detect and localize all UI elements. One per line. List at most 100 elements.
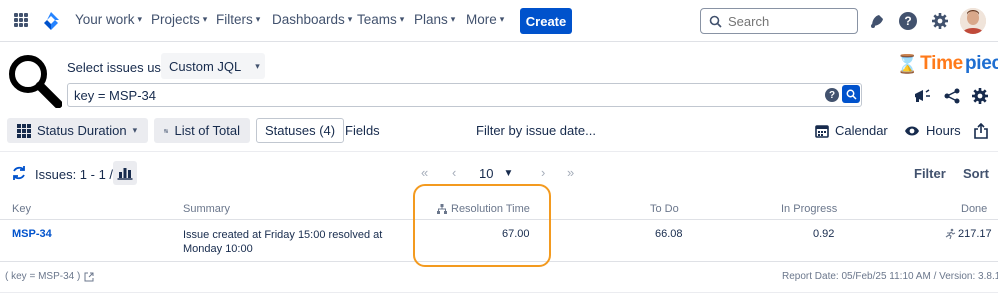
first-page-icon[interactable]: « bbox=[421, 165, 428, 180]
nav-filters[interactable]: Filters ▾ bbox=[216, 12, 260, 27]
chevron-down-icon: ▾ bbox=[399, 14, 405, 24]
row-divider bbox=[0, 261, 998, 262]
query-echo: ( key = MSP-34 ) bbox=[5, 271, 94, 282]
toolbar-divider bbox=[0, 151, 998, 152]
query-mode-value: Custom JQL bbox=[169, 58, 242, 74]
jql-help-icon[interactable]: ? bbox=[825, 88, 839, 102]
external-link-icon[interactable] bbox=[84, 272, 94, 282]
app-settings-gear-icon[interactable] bbox=[970, 86, 990, 106]
nav-your-work[interactable]: Your work ▾ bbox=[75, 12, 142, 27]
hourglass-icon: ⌛ bbox=[896, 53, 919, 74]
next-page-icon[interactable]: › bbox=[541, 165, 545, 180]
nav-more-label: More bbox=[466, 12, 497, 27]
done-cell: 217.17 bbox=[944, 228, 992, 240]
jira-logo-icon[interactable] bbox=[40, 10, 62, 32]
resolution-time-label: Resolution Time bbox=[451, 203, 530, 215]
chevron-down-icon: ▾ bbox=[499, 14, 505, 24]
hours-toggle[interactable]: Hours bbox=[904, 118, 961, 143]
issue-key-link[interactable]: MSP-34 bbox=[12, 228, 52, 240]
header-divider bbox=[0, 219, 998, 220]
app-switcher-icon[interactable] bbox=[14, 13, 28, 27]
chevron-down-icon: ▾ bbox=[450, 14, 456, 24]
resolution-time-value: 67.00 bbox=[502, 228, 530, 240]
running-icon bbox=[945, 228, 956, 240]
nav-teams-label: Teams bbox=[357, 12, 397, 27]
query-mode-select[interactable]: Custom JQL ▾ bbox=[161, 53, 265, 79]
logo-piece-text: piece bbox=[964, 53, 998, 74]
nav-more[interactable]: More ▾ bbox=[466, 12, 504, 27]
column-header-resolution-time[interactable]: Resolution Time bbox=[437, 203, 530, 215]
todo-value: 66.08 bbox=[655, 228, 683, 240]
grid-icon bbox=[17, 123, 31, 138]
jql-search-button[interactable] bbox=[842, 85, 860, 103]
nav-projects[interactable]: Projects ▾ bbox=[151, 12, 207, 27]
chart-view-button[interactable] bbox=[113, 161, 137, 185]
nav-dashboards-label: Dashboards bbox=[272, 12, 345, 27]
sort-link[interactable]: Sort bbox=[963, 166, 989, 181]
help-icon[interactable]: ? bbox=[898, 11, 918, 31]
filter-link[interactable]: Filter bbox=[914, 166, 946, 181]
calendar-button[interactable]: Calendar bbox=[815, 118, 888, 143]
calendar-label: Calendar bbox=[835, 123, 888, 138]
chevron-down-icon: ▼ bbox=[503, 167, 514, 179]
nav-plans[interactable]: Plans ▾ bbox=[414, 12, 455, 27]
status-duration-dropdown[interactable]: Status Duration ▾ bbox=[7, 118, 148, 143]
jql-input[interactable]: key = MSP-34 bbox=[67, 83, 862, 107]
top-navigation: Your work ▾ Projects ▾ Filters ▾ Dashboa… bbox=[0, 0, 998, 42]
announcement-megaphone-icon[interactable] bbox=[912, 86, 932, 106]
calendar-icon bbox=[815, 124, 829, 138]
statuses-button[interactable]: Statuses (4) bbox=[256, 118, 345, 143]
refresh-icon[interactable] bbox=[11, 165, 27, 181]
previous-page-icon[interactable]: ‹ bbox=[452, 165, 456, 180]
chevron-down-icon: ▾ bbox=[202, 14, 208, 24]
footer-divider bbox=[0, 292, 998, 293]
eye-icon bbox=[905, 126, 919, 135]
done-value: 217.17 bbox=[958, 228, 992, 240]
fields-button[interactable]: Fields bbox=[345, 118, 380, 143]
list-of-total-label: List of Total bbox=[174, 123, 240, 138]
chevron-down-icon: ▾ bbox=[255, 60, 260, 71]
magnifier-logo-icon bbox=[9, 55, 62, 108]
chevron-down-icon: ▾ bbox=[137, 14, 143, 24]
chevron-down-icon: ▾ bbox=[132, 125, 138, 135]
hours-label: Hours bbox=[926, 123, 961, 138]
user-avatar[interactable] bbox=[960, 8, 986, 34]
issue-summary-line: Issue created at Friday 15:00 resolved a… bbox=[183, 229, 383, 241]
column-header-summary[interactable]: Summary bbox=[183, 203, 230, 215]
export-icon[interactable] bbox=[974, 118, 988, 143]
page-size-value: 10 bbox=[479, 165, 494, 181]
settings-gear-icon[interactable] bbox=[930, 11, 950, 31]
nav-projects-label: Projects bbox=[151, 12, 200, 27]
sliders-icon bbox=[164, 128, 169, 133]
column-header-key[interactable]: Key bbox=[12, 203, 31, 215]
chevron-down-icon: ▾ bbox=[347, 14, 353, 24]
column-header-todo[interactable]: To Do bbox=[650, 203, 679, 215]
status-duration-label: Status Duration bbox=[37, 123, 127, 138]
resolution-time-highlight bbox=[413, 184, 551, 267]
search-box[interactable] bbox=[700, 8, 858, 34]
filter-by-date-button[interactable]: Filter by issue date... bbox=[476, 118, 596, 143]
query-echo-text: ( key = MSP-34 ) bbox=[5, 271, 81, 282]
notifications-icon[interactable] bbox=[867, 11, 887, 31]
share-icon[interactable] bbox=[942, 86, 962, 106]
column-header-done[interactable]: Done bbox=[961, 203, 987, 215]
chevron-down-icon: ▾ bbox=[255, 14, 261, 24]
hierarchy-icon bbox=[437, 204, 447, 214]
list-of-total-button[interactable]: List of Total bbox=[154, 118, 250, 143]
nav-your-work-label: Your work bbox=[75, 12, 135, 27]
report-info: Report Date: 05/Feb/25 11:10 AM / Versio… bbox=[782, 271, 998, 282]
nav-plans-label: Plans bbox=[414, 12, 448, 27]
nav-dashboards[interactable]: Dashboards ▾ bbox=[272, 12, 352, 27]
issues-count: Issues: 1 - 1 / 1 bbox=[35, 167, 124, 182]
page-size-select[interactable]: 10 ▼ bbox=[469, 162, 519, 186]
create-button[interactable]: Create bbox=[520, 8, 572, 34]
nav-filters-label: Filters bbox=[216, 12, 253, 27]
last-page-icon[interactable]: » bbox=[567, 165, 574, 180]
issue-summary-line: Monday 10:00 bbox=[183, 243, 253, 255]
search-input[interactable] bbox=[728, 13, 848, 29]
nav-teams[interactable]: Teams ▾ bbox=[357, 12, 404, 27]
timepiece-logo: ⌛ Timepiece bbox=[896, 53, 998, 75]
column-header-in-progress[interactable]: In Progress bbox=[781, 203, 837, 215]
timepiece-app: Select issues using Custom JQL ▾ ⌛ Time p… bbox=[0, 43, 998, 302]
help-glyph: ? bbox=[899, 12, 917, 30]
